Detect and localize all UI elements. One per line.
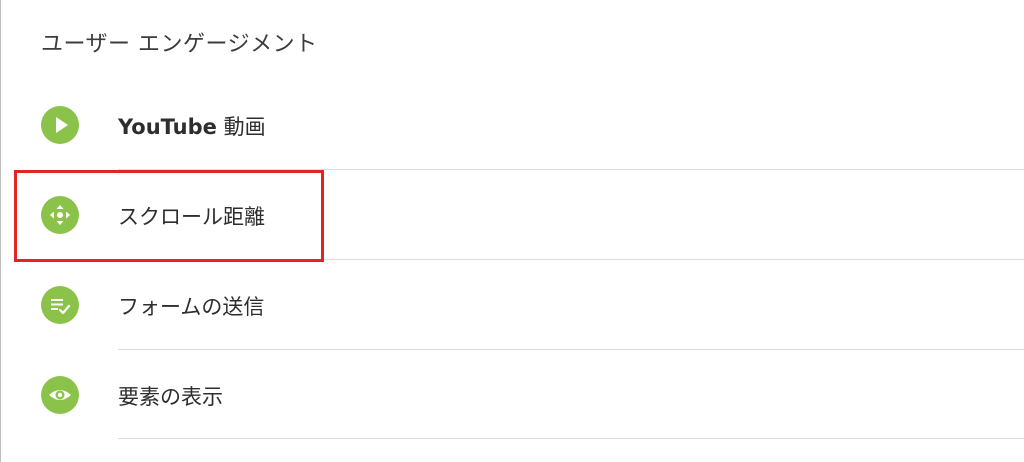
divider [118,438,1024,439]
list-item-label-rest: 動画 [216,115,266,139]
trigger-type-panel: ユーザー エンゲージメント YouTube 動画 スクロール距離 フォームの送信… [0,0,1024,462]
play-icon [41,106,79,144]
list-item-label: 要素の表示 [118,385,223,409]
section-title: ユーザー エンゲージメント [41,32,318,57]
move-arrows-icon [41,196,79,234]
list-item-youtube-video[interactable]: YouTube 動画 [1,80,1024,170]
list-check-icon [41,286,79,324]
list-item-label: フォームの送信 [118,295,265,319]
eye-icon [41,376,79,414]
list-item-label: スクロール距離 [118,205,265,229]
list-item-element-visibility[interactable]: 要素の表示 [1,350,1024,440]
list-item-form-submission[interactable]: フォームの送信 [1,260,1024,350]
list-item-label-lead: YouTube [118,115,217,139]
list-item-scroll-distance[interactable]: スクロール距離 [1,170,1024,260]
list-item-label: YouTube 動画 [118,111,266,141]
